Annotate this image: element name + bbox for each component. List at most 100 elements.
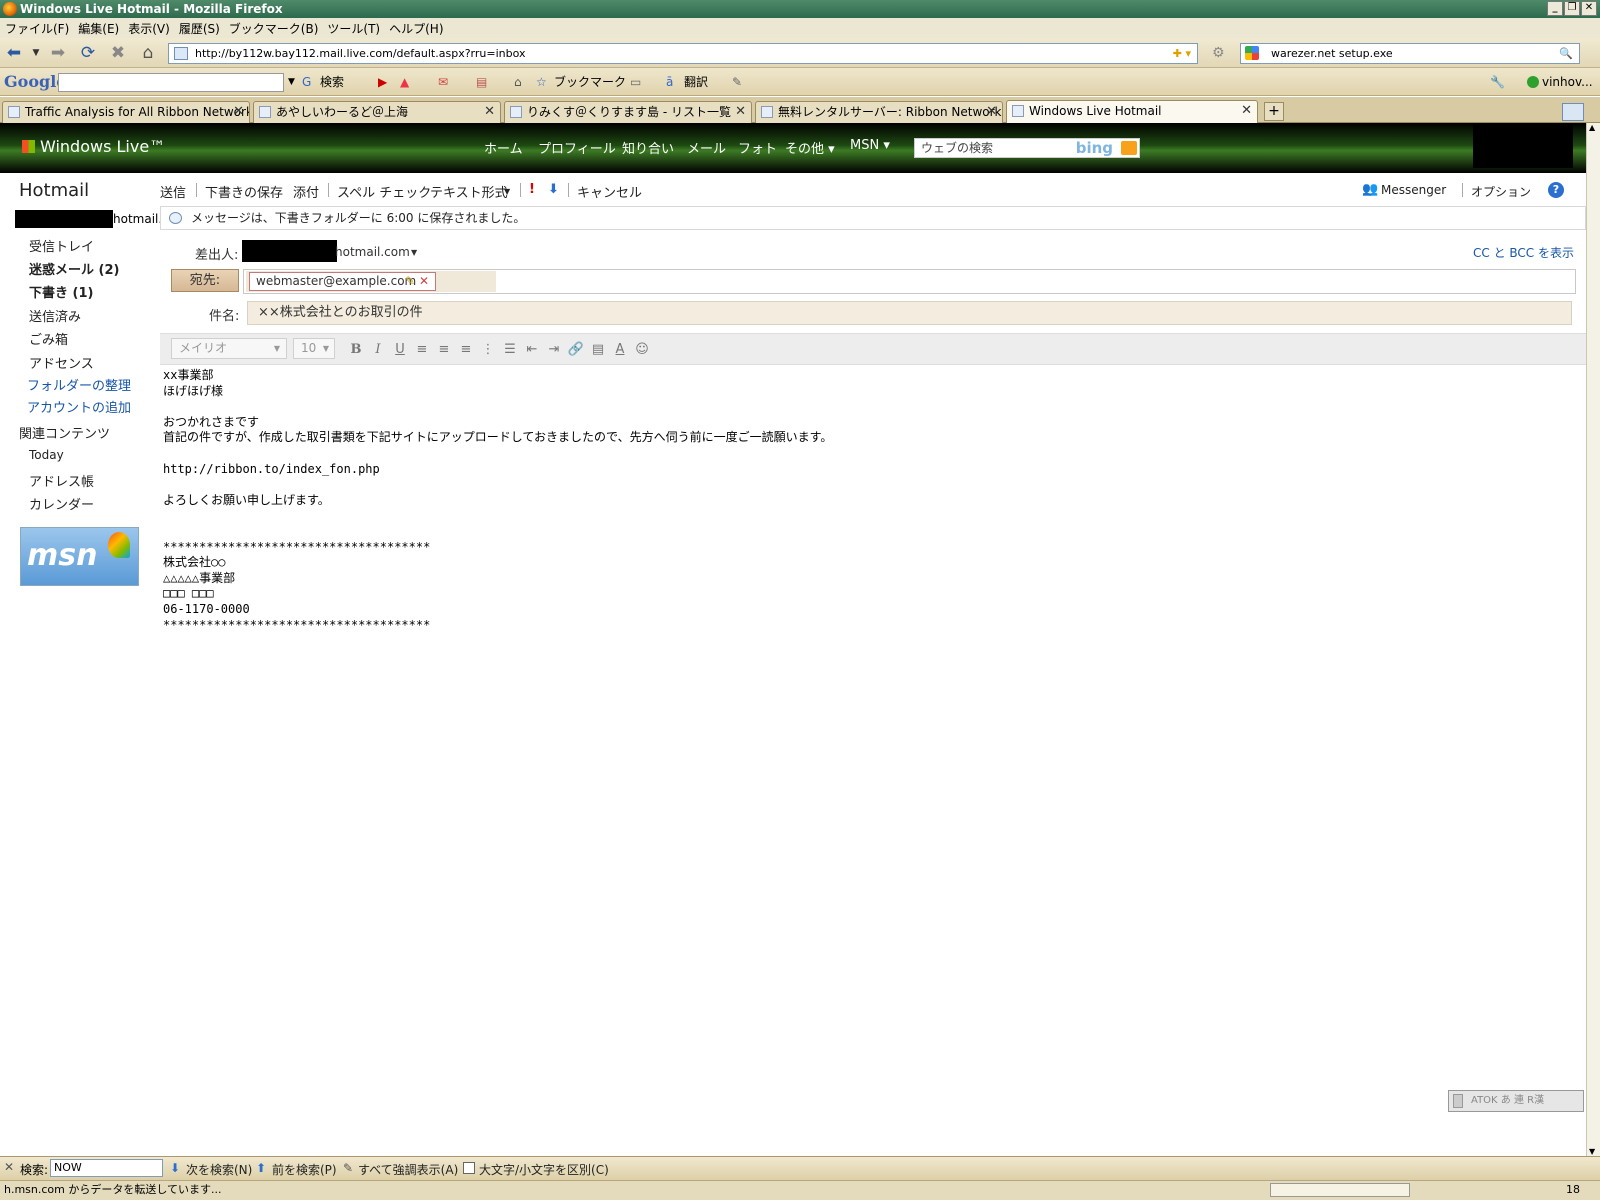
sidebar-item-drafts[interactable]: 下書き (1) <box>29 282 93 301</box>
highlight-all-button[interactable]: すべて強調表示(A) <box>358 1161 458 1178</box>
font-color-icon[interactable]: A <box>611 341 629 359</box>
add-account-link[interactable]: アカウントの追加 <box>27 397 131 416</box>
high-priority-icon[interactable]: ! <box>529 182 535 197</box>
attach-button[interactable]: 添付 <box>293 182 319 201</box>
link-icon[interactable]: 🔗 <box>567 341 585 359</box>
google-translate-button[interactable]: 翻訳 <box>684 74 708 90</box>
remove-recipient-icon[interactable]: ✕ <box>419 273 429 290</box>
scroll-down-icon[interactable]: ▼ <box>1589 1147 1595 1156</box>
bold-icon[interactable]: B <box>347 341 365 359</box>
emoticon-icon[interactable]: ☺ <box>633 341 651 359</box>
live-nav-photos[interactable]: フォト <box>738 138 777 157</box>
spell-check-button[interactable]: スペル チェック <box>337 182 431 201</box>
tab-list-icon[interactable] <box>1562 103 1584 121</box>
google-search-dropdown-icon[interactable]: ▼ <box>288 74 295 90</box>
tab-close-icon[interactable]: ✕ <box>484 102 495 122</box>
sidebar-item-junk[interactable]: 迷惑メール (2) <box>29 259 119 278</box>
forward-icon[interactable]: ➡ <box>48 44 68 62</box>
msn-logo[interactable]: msn <box>20 527 139 586</box>
url-bar[interactable]: http://by112w.bay112.mail.live.com/defau… <box>168 43 1198 64</box>
live-nav-people[interactable]: 知り合い <box>622 138 674 157</box>
menu-tools[interactable]: ツール(T) <box>327 20 380 37</box>
ime-toolbar[interactable]: ATOK あ 連 R漢 <box>1448 1090 1584 1112</box>
addon-icon[interactable]: ⚙ <box>1212 45 1225 61</box>
send-button[interactable]: 送信 <box>160 182 186 201</box>
menu-edit[interactable]: 編集(E) <box>78 20 119 37</box>
help-icon[interactable]: ? <box>1548 182 1564 198</box>
find-next-button[interactable]: 次を検索(N) <box>186 1161 252 1178</box>
sidebar-item-calendar[interactable]: カレンダー <box>29 494 94 513</box>
wrench-icon[interactable]: 🔧 <box>1490 74 1505 90</box>
live-nav-profile[interactable]: プロフィール <box>538 138 616 157</box>
align-right-icon[interactable]: ≡ <box>457 341 475 359</box>
hotmail-title[interactable]: Hotmail <box>19 180 89 201</box>
low-priority-icon[interactable]: ⬇ <box>548 182 559 197</box>
match-case-checkbox[interactable] <box>463 1162 475 1174</box>
live-nav-more[interactable]: その他 ▾ <box>785 138 835 157</box>
highlight-icon[interactable]: ▤ <box>589 341 607 359</box>
windows-live-logo[interactable]: Windows Live™ <box>22 137 165 156</box>
pencil-icon[interactable]: ✎ <box>732 74 742 90</box>
new-tab-icon[interactable]: + <box>1264 102 1284 121</box>
home-icon[interactable]: ⌂ <box>138 44 158 62</box>
numbered-list-icon[interactable]: ⋮ <box>479 341 497 359</box>
tab-ayashii-world[interactable]: あやしいわーるど＠上海 ✕ <box>253 101 501 123</box>
to-button[interactable]: 宛先: <box>171 269 239 292</box>
manage-folders-link[interactable]: フォルダーの整理 <box>27 375 131 394</box>
indent-icon[interactable]: ⇥ <box>545 341 563 359</box>
page-scrollbar[interactable]: ▲ ▼ <box>1586 123 1600 1156</box>
tab-rimix[interactable]: りみくす＠くりすます島 - リスト一覧 ✕ <box>504 101 752 123</box>
tab-close-icon[interactable]: ✕ <box>1241 101 1252 121</box>
bullet-list-icon[interactable]: ☰ <box>501 341 519 359</box>
save-draft-button[interactable]: 下書きの保存 <box>205 182 283 201</box>
cancel-button[interactable]: キャンセル <box>577 182 642 201</box>
upload-icon[interactable]: ▲ <box>400 74 409 90</box>
back-icon[interactable]: ⬅ <box>4 44 24 62</box>
options-button[interactable]: オプション <box>1471 183 1531 200</box>
recipient-chip[interactable]: webmaster@example.com ✎ ✕ <box>249 272 436 291</box>
subject-input[interactable]: ××株式会社とのお取引の件 <box>247 301 1572 325</box>
tab-close-icon[interactable]: ✕ <box>735 102 746 122</box>
text-format-button[interactable]: テキスト形式 <box>430 182 508 201</box>
message-body[interactable]: xx事業部 ほげほげ様 おつかれさまです 首記の件ですが、作成した取引書類を下記… <box>163 368 1583 633</box>
browser-search-box[interactable]: warezer.net setup.exe 🔍 <box>1240 43 1580 64</box>
from-address[interactable]: hotmail.com <box>335 245 410 259</box>
sidebar-item-adsense[interactable]: アドセンス <box>29 353 94 372</box>
font-size-select[interactable]: 10 ▼ <box>293 338 335 359</box>
news-icon[interactable]: ▤ <box>476 74 487 90</box>
tab-free-rental-server[interactable]: 無料レンタルサーバー: Ribbon Network | ... ✕ <box>755 101 1003 123</box>
search-go-icon[interactable]: 🔍 <box>1559 44 1573 63</box>
from-dropdown-icon[interactable]: ▼ <box>411 248 417 257</box>
live-nav-mail[interactable]: メール <box>687 138 726 157</box>
find-input[interactable]: NOW <box>50 1159 163 1177</box>
restore-button[interactable]: ❐ <box>1564 1 1580 16</box>
underline-icon[interactable]: U <box>391 341 409 359</box>
google-search-input[interactable] <box>58 73 284 92</box>
align-center-icon[interactable]: ≡ <box>435 341 453 359</box>
font-family-select[interactable]: メイリオ ▼ <box>171 338 287 359</box>
search-icon[interactable] <box>1121 141 1137 155</box>
edit-recipient-icon[interactable]: ✎ <box>405 273 415 290</box>
menu-bookmarks[interactable]: ブックマーク(B) <box>229 20 319 37</box>
show-cc-bcc-link[interactable]: CC と BCC を表示 <box>1473 244 1574 261</box>
sidebar-item-inbox[interactable]: 受信トレイ <box>29 236 94 255</box>
museum-icon[interactable]: ⌂ <box>514 74 522 90</box>
sidebar-item-today[interactable]: Today <box>29 448 64 462</box>
outdent-icon[interactable]: ⇤ <box>523 341 541 359</box>
align-left-icon[interactable]: ≡ <box>413 341 431 359</box>
messenger-button[interactable]: Messenger <box>1381 183 1446 197</box>
sidebar-item-contacts[interactable]: アドレス帳 <box>29 471 94 490</box>
close-window-button[interactable]: ✕ <box>1581 1 1597 16</box>
menu-history[interactable]: 履歴(S) <box>179 20 220 37</box>
italic-icon[interactable]: I <box>369 341 387 359</box>
menu-view[interactable]: 表示(V) <box>128 20 170 37</box>
menu-file[interactable]: ファイル(F) <box>5 20 69 37</box>
minimize-button[interactable]: _ <box>1547 1 1563 16</box>
youtube-icon[interactable]: ▶ <box>378 74 387 90</box>
bookmark-star-icon[interactable]: ✚ ▾ <box>1173 44 1191 63</box>
tab-windows-live-hotmail[interactable]: Windows Live Hotmail ✕ <box>1006 100 1258 124</box>
live-nav-home[interactable]: ホーム <box>484 138 523 157</box>
ime-grip-icon[interactable] <box>1453 1094 1463 1108</box>
sidebar-item-sent[interactable]: 送信済み <box>29 306 81 325</box>
find-previous-button[interactable]: 前を検索(P) <box>272 1161 337 1178</box>
